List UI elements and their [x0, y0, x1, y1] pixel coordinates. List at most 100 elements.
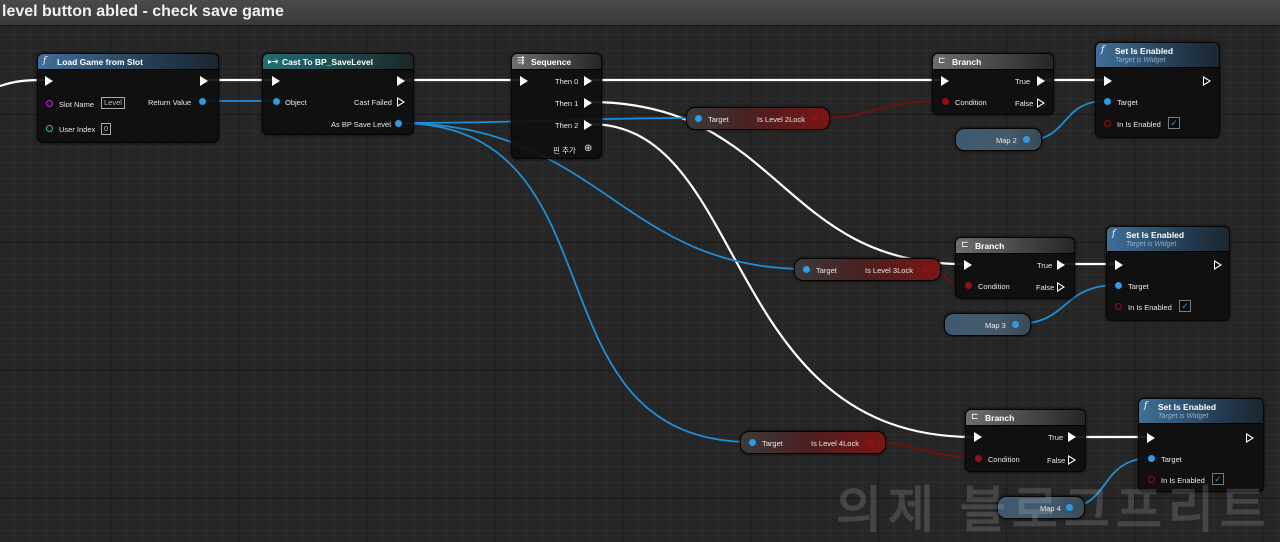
as-bp-save-level-pin[interactable]: [395, 120, 402, 127]
true-pin[interactable]: [1068, 432, 1076, 442]
node-title: Set Is Enabled: [1126, 230, 1185, 240]
target-pin[interactable]: [749, 439, 756, 446]
user-index-pin[interactable]: [46, 125, 53, 132]
exec-in-pin[interactable]: [1147, 433, 1155, 443]
branch-icon: ⊏: [961, 240, 969, 250]
exec-in-pin[interactable]: [272, 76, 280, 86]
true-pin[interactable]: [1037, 76, 1045, 86]
get-is-level-4lock-node[interactable]: Target Is Level 4Lock: [740, 431, 886, 454]
target-pin[interactable]: [1148, 455, 1155, 462]
branch-icon: ⊏: [938, 56, 946, 66]
true-pin[interactable]: [1057, 260, 1065, 270]
in-is-enabled-checkbox[interactable]: ✓: [1168, 117, 1180, 129]
branch-node-3[interactable]: ⊏ Branch True Condition False: [965, 409, 1086, 472]
user-index-input[interactable]: 0: [101, 123, 112, 135]
then-2-pin[interactable]: [584, 120, 592, 130]
target-label: Target: [762, 439, 783, 448]
is-level-4lock-label: Is Level 4Lock: [811, 439, 859, 448]
in-is-enabled-pin[interactable]: [1104, 120, 1111, 127]
target-pin[interactable]: [1104, 98, 1111, 105]
exec-in-pin[interactable]: [1104, 76, 1112, 86]
target-label: Target: [1128, 282, 1149, 291]
node-title: Load Game from Slot: [57, 57, 143, 67]
set-is-enabled-node-1[interactable]: f Set Is Enabled Target is Widget Target…: [1095, 42, 1220, 138]
cast-failed-pin[interactable]: [397, 97, 405, 107]
node-subtitle: Target is Widget: [1158, 413, 1209, 420]
exec-out-pin[interactable]: [1214, 260, 1222, 270]
set-is-enabled-node-2[interactable]: f Set Is Enabled Target is Widget Target…: [1106, 226, 1230, 321]
slot-name-pin[interactable]: [46, 100, 53, 107]
object-wire-as-lock4: [397, 122, 753, 443]
then-1-pin[interactable]: [584, 98, 592, 108]
is-level-3lock-pin[interactable]: [922, 266, 929, 273]
branch-node-1[interactable]: ⊏ Branch True Condition False: [932, 53, 1054, 115]
exec-out-pin[interactable]: [397, 76, 405, 86]
target-pin[interactable]: [695, 115, 702, 122]
function-icon: f: [1112, 229, 1116, 239]
exec-in-pin[interactable]: [974, 432, 982, 442]
get-is-level-2lock-node[interactable]: Target Is Level 2Lock: [686, 107, 830, 130]
map-3-pin[interactable]: [1012, 321, 1019, 328]
cast-to-bp-savelevel-node[interactable]: ▸➔ Cast To BP_SaveLevel Object Cast Fail…: [262, 53, 414, 135]
add-pin-icon[interactable]: ⊕: [584, 143, 592, 154]
in-is-enabled-label: In Is Enabled: [1117, 120, 1161, 129]
add-pin-label[interactable]: 핀 추가: [553, 145, 576, 156]
exec-out-pin[interactable]: [1203, 76, 1211, 86]
exec-out-pin[interactable]: [1246, 433, 1254, 443]
node-header: f Set Is Enabled Target is Widget: [1096, 43, 1219, 68]
false-pin[interactable]: [1037, 98, 1045, 108]
sequence-node[interactable]: ⇶ Sequence Then 0 Then 1 Then 2 핀 추가 ⊕: [511, 53, 602, 159]
node-subtitle: Target is Widget: [1115, 57, 1166, 64]
node-header: ⊏ Branch: [933, 54, 1053, 70]
function-icon: f: [1101, 45, 1105, 55]
true-label: True: [1048, 433, 1064, 442]
in-is-enabled-pin[interactable]: [1115, 303, 1122, 310]
exec-out-pin[interactable]: [200, 76, 208, 86]
exec-in-pin[interactable]: [1115, 260, 1123, 270]
graph-title-bar: level button abled - check save game: [0, 0, 1280, 26]
exec-in-pin[interactable]: [964, 260, 972, 270]
is-level-4lock-pin[interactable]: [867, 439, 874, 446]
node-title: Branch: [985, 413, 1015, 423]
get-is-level-3lock-node[interactable]: Target Is Level 3Lock: [794, 258, 941, 281]
then-1-label: Then 1: [555, 99, 579, 108]
false-pin[interactable]: [1057, 282, 1065, 292]
in-is-enabled-checkbox[interactable]: ✓: [1179, 300, 1191, 312]
is-level-2lock-label: Is Level 2Lock: [757, 115, 805, 124]
branch-node-2[interactable]: ⊏ Branch True Condition False: [955, 237, 1075, 299]
slot-name-input[interactable]: Level: [101, 97, 125, 109]
object-label: Object: [285, 98, 307, 107]
node-subtitle: Target is Widget: [1126, 241, 1177, 248]
target-label: Target: [816, 266, 837, 275]
map-3-node[interactable]: Map 3: [944, 313, 1031, 336]
condition-pin[interactable]: [942, 98, 949, 105]
load-game-from-slot-node[interactable]: f Load Game from Slot Slot Name Level Re…: [37, 53, 219, 143]
bool-wire-lock4-branch3: [869, 441, 978, 458]
exec-in-pin[interactable]: [941, 76, 949, 86]
map-2-pin[interactable]: [1023, 136, 1030, 143]
as-bp-save-level-label: As BP Save Level: [331, 120, 391, 129]
return-value-pin[interactable]: [199, 98, 206, 105]
condition-pin[interactable]: [975, 455, 982, 462]
node-title: Branch: [952, 57, 982, 67]
exec-in-pin[interactable]: [45, 76, 53, 86]
node-title: Cast To BP_SaveLevel: [282, 57, 374, 67]
node-title: Sequence: [531, 57, 572, 67]
function-icon: f: [43, 56, 47, 66]
target-pin[interactable]: [803, 266, 810, 273]
node-header: f Load Game from Slot: [38, 54, 218, 70]
map-2-node[interactable]: Map 2: [955, 128, 1042, 151]
user-index-label: User Index: [59, 125, 96, 134]
node-header: f Set Is Enabled Target is Widget: [1107, 227, 1229, 252]
then-0-pin[interactable]: [584, 76, 592, 86]
exec-in-pin[interactable]: [520, 76, 528, 86]
false-pin[interactable]: [1068, 455, 1076, 465]
watermark: 의제 블로그프리트: [836, 482, 1272, 538]
condition-pin[interactable]: [965, 282, 972, 289]
target-pin[interactable]: [1115, 282, 1122, 289]
cast-failed-label: Cast Failed: [354, 98, 392, 107]
condition-label: Condition: [955, 98, 987, 107]
is-level-2lock-pin[interactable]: [811, 115, 818, 122]
object-pin[interactable]: [273, 98, 280, 105]
map-2-label: Map 2: [996, 136, 1017, 145]
